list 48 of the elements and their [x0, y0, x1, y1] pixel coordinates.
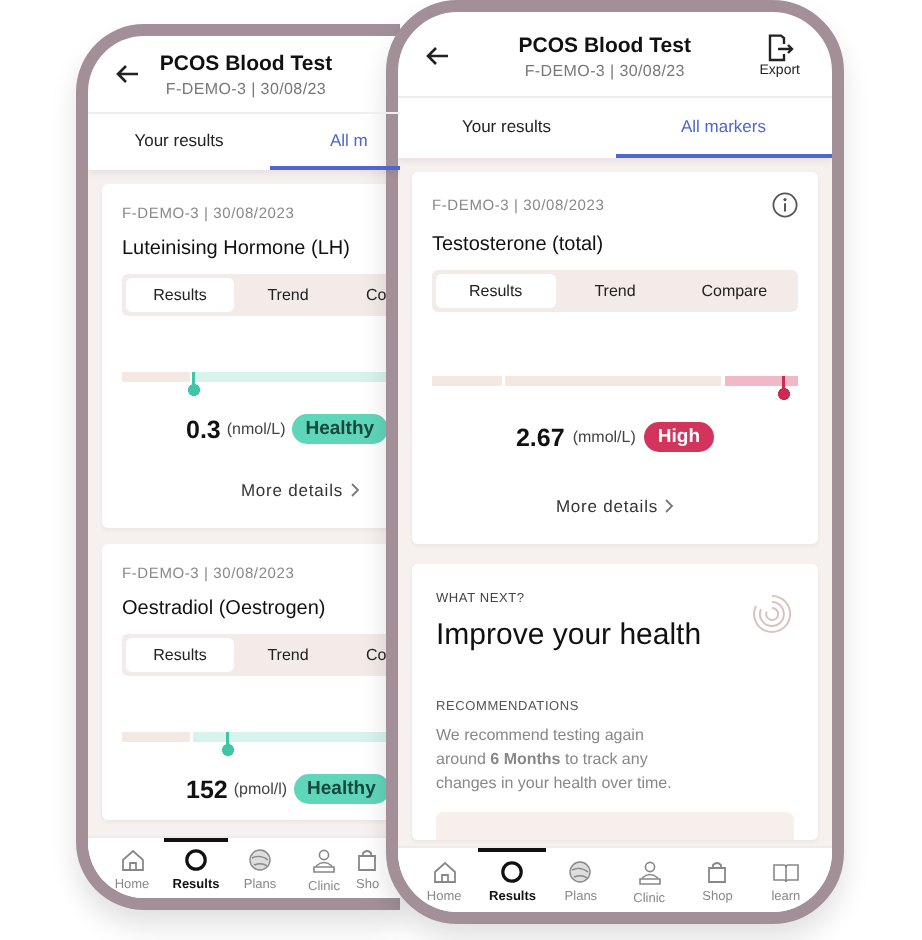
- segment-tab[interactable]: Compare: [674, 274, 795, 308]
- marker-name: Luteinising Hormone (LH): [122, 238, 352, 260]
- status-badge: High: [643, 422, 714, 452]
- back-arrow-icon[interactable]: [426, 46, 450, 66]
- home-icon: [431, 860, 458, 884]
- tab[interactable]: Your results: [88, 114, 270, 170]
- screen-title: PCOS Blood Test: [159, 51, 333, 75]
- segment-tab[interactable]: Trend: [234, 278, 342, 312]
- screen-title: PCOS Blood Test: [518, 33, 691, 57]
- globe-icon: [248, 848, 272, 872]
- segment-tab[interactable]: Trend: [234, 638, 342, 672]
- home-icon: [119, 848, 145, 872]
- ring-icon: [500, 860, 525, 884]
- result-unit: (mmol/L): [572, 428, 636, 446]
- bag-icon: [706, 860, 729, 884]
- chevron-icon: [349, 482, 360, 498]
- segment-tab[interactable]: Co: [342, 278, 400, 312]
- segment-tab[interactable]: Co: [342, 638, 400, 672]
- ring-icon: [184, 848, 208, 872]
- result-value: 0.3: [186, 415, 221, 443]
- back-arrow-icon[interactable]: [116, 64, 140, 84]
- section-heading: Improve your health: [436, 618, 702, 652]
- result-unit: (pmol/l): [233, 780, 288, 798]
- spiral-icon: [750, 592, 794, 636]
- chevron-icon: [664, 498, 675, 514]
- tab[interactable]: Your results: [398, 98, 615, 158]
- person-icon: [637, 859, 662, 885]
- marker-name: Oestradiol (Oestrogen): [122, 598, 328, 620]
- recommendation-text: We recommend testing again around 6 Months to track any changes in your health over time.: [436, 724, 674, 796]
- marker-name: Testosterone (total): [432, 234, 606, 256]
- more-details-link[interactable]: More details: [240, 480, 360, 500]
- segment-tab[interactable]: Results: [436, 274, 556, 308]
- more-details-link[interactable]: More details: [555, 496, 675, 516]
- info-icon[interactable]: [772, 192, 798, 218]
- bag-icon: [356, 848, 378, 872]
- result-value: 2.67: [515, 423, 565, 451]
- segment-tab[interactable]: Results: [126, 278, 234, 312]
- result-unit: (nmol/L): [226, 420, 286, 438]
- status-badge: Healthy: [293, 774, 390, 804]
- screen-subtitle: F-DEMO-3 | 30/08/23: [165, 79, 327, 97]
- globe-icon: [568, 860, 593, 884]
- status-badge: Healthy: [291, 414, 389, 444]
- segment-tab[interactable]: Results: [126, 638, 234, 672]
- book-icon: [771, 861, 800, 883]
- segment-tab[interactable]: Trend: [555, 274, 675, 308]
- result-value: 152: [186, 775, 228, 803]
- screen-subtitle: F-DEMO-3 | 30/08/23: [524, 61, 685, 79]
- person-icon: [312, 847, 336, 873]
